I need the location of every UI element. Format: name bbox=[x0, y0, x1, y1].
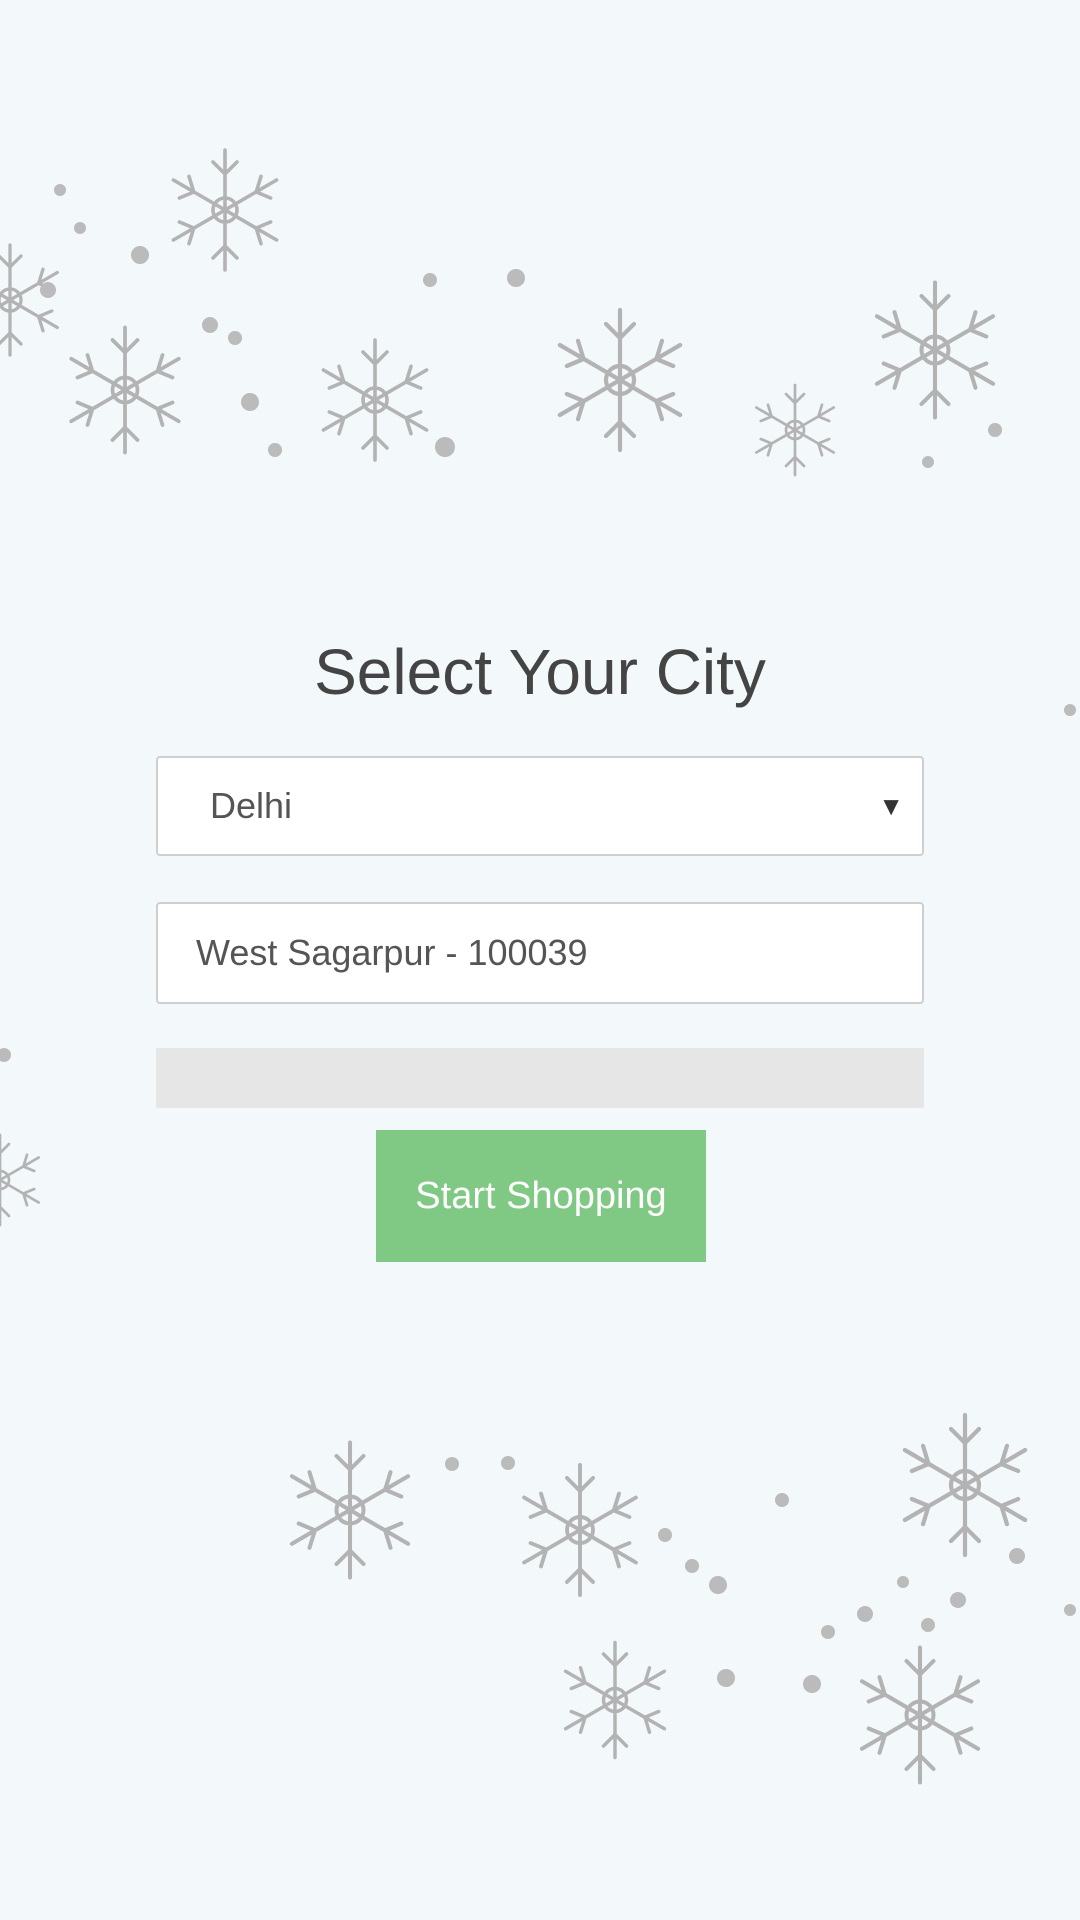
start-shopping-button[interactable]: Start Shopping bbox=[376, 1130, 706, 1262]
city-selection-screen: Select Your City Delhi ▼ West Sagarpur -… bbox=[0, 0, 1080, 1920]
area-input[interactable]: West Sagarpur - 100039 bbox=[156, 902, 924, 1004]
city-select[interactable]: Delhi ▼ bbox=[156, 756, 924, 856]
area-input-value: West Sagarpur - 100039 bbox=[196, 932, 588, 973]
city-select-value: Delhi bbox=[210, 785, 293, 826]
chevron-down-icon: ▼ bbox=[878, 791, 904, 821]
page-title: Select Your City bbox=[314, 636, 766, 708]
empty-gray-bar bbox=[156, 1048, 924, 1108]
